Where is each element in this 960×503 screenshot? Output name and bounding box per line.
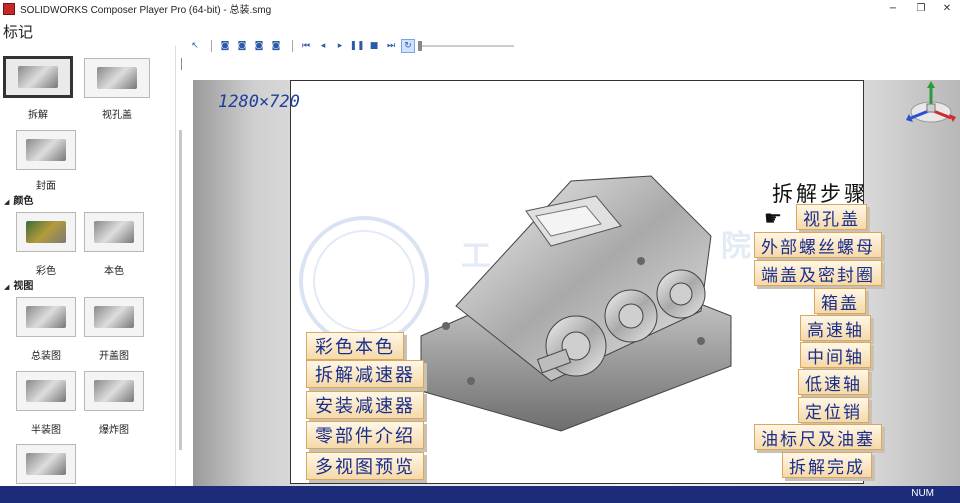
minimize-button[interactable]: −	[878, 0, 908, 17]
pointing-hand-icon: ☛	[764, 206, 782, 230]
step-disassembly-complete[interactable]: 拆解完成	[782, 452, 872, 478]
view-thumb-extra[interactable]	[16, 444, 76, 484]
view-thumb-colored[interactable]	[16, 212, 76, 252]
btn-disassemble-reducer[interactable]: 拆解减速器	[306, 360, 424, 388]
view-thumb-label: 总装图	[31, 351, 61, 362]
step-external-bolts[interactable]: 外部螺丝螺母	[754, 232, 882, 258]
view-thumb-disassemble[interactable]	[3, 56, 73, 98]
orientation-triad-icon[interactable]	[905, 80, 957, 128]
view-thumb-label: 拆解	[28, 110, 48, 121]
university-seal-watermark-inner	[313, 230, 415, 332]
step-high-speed-shaft[interactable]: 高速轴	[800, 315, 871, 341]
camera-icon[interactable]: ◙	[269, 39, 283, 53]
btn-color-natural[interactable]: 彩色本色	[306, 332, 404, 360]
group-label: 颜色	[13, 196, 34, 207]
timeline-slider[interactable]	[418, 45, 514, 47]
loop-icon[interactable]: ↻	[401, 39, 415, 53]
group-color[interactable]: ◢ 颜色	[4, 192, 33, 207]
btn-parts-intro[interactable]: 零部件介绍	[306, 421, 424, 449]
panel-scrollbar[interactable]	[179, 130, 182, 450]
step-end-caps-seals[interactable]: 端盖及密封圈	[754, 260, 882, 286]
play-icon[interactable]: ▸	[333, 39, 347, 53]
toolbar-separator	[292, 40, 293, 52]
num-lock-indicator: NUM	[911, 488, 934, 499]
playback-toolbar: ↖ ◙ ◙ ◙ ◙ ⏮ ◂ ▸ ❚❚ ■ ⏭ ↻	[188, 38, 418, 54]
stop-icon[interactable]: ■	[367, 39, 381, 53]
view-thumb-label: 视孔盖	[102, 110, 132, 121]
view-thumb-label: 爆炸图	[99, 425, 129, 436]
view-thumb-label: 封面	[36, 181, 56, 192]
panel-title: 标记	[3, 23, 34, 41]
pause-icon[interactable]: ❚❚	[349, 39, 364, 53]
view-thumb-exploded[interactable]	[84, 371, 144, 411]
view-thumb-label: 彩色	[36, 266, 56, 277]
step-housing-cover[interactable]: 箱盖	[814, 288, 866, 314]
cursor-icon[interactable]: ↖	[188, 39, 202, 53]
step-low-speed-shaft[interactable]: 低速轴	[798, 369, 869, 395]
step-dowel-pin[interactable]: 定位销	[798, 397, 869, 423]
view-thumb-label: 开盖图	[99, 351, 129, 362]
view-thumb-open-cover[interactable]	[84, 297, 144, 337]
step-dipstick-oil-plug[interactable]: 油标尺及油塞	[754, 424, 882, 450]
toolbar-separator	[211, 40, 212, 52]
camera-icon[interactable]: ◙	[218, 39, 232, 53]
view-thumb-cover[interactable]	[16, 130, 76, 170]
timeline-slider-knob[interactable]	[418, 41, 422, 51]
view-thumb-half-assembly[interactable]	[16, 371, 76, 411]
step-intermediate-shaft[interactable]: 中间轴	[800, 342, 871, 368]
camera-icon[interactable]: ◙	[235, 39, 249, 53]
last-icon[interactable]: ⏭	[384, 39, 398, 53]
group-view[interactable]: ◢ 视图	[4, 277, 33, 292]
view-thumb-assembly[interactable]	[16, 297, 76, 337]
close-button[interactable]: ✕	[932, 0, 960, 17]
window-title: SOLIDWORKS Composer Player Pro (64-bit) …	[20, 5, 272, 16]
view-thumb-label: 半装图	[31, 425, 61, 436]
app-icon	[3, 2, 15, 15]
dimension-note: 1280×720	[218, 92, 300, 112]
group-label: 视图	[13, 281, 34, 292]
btn-multiview-preview[interactable]: 多视图预览	[306, 452, 424, 480]
prev-icon[interactable]: ◂	[316, 39, 330, 53]
camera-icon[interactable]: ◙	[252, 39, 266, 53]
step-inspection-cover[interactable]: 视孔盖	[796, 204, 867, 230]
view-thumb-label: 本色	[104, 266, 124, 277]
divider	[181, 58, 182, 70]
status-bar: NUM	[0, 486, 960, 503]
view-thumb-inspection-cover[interactable]	[84, 58, 150, 98]
btn-assemble-reducer[interactable]: 安装减速器	[306, 391, 424, 419]
first-icon[interactable]: ⏮	[299, 39, 313, 53]
view-thumb-natural[interactable]	[84, 212, 144, 252]
title-bar: SOLIDWORKS Composer Player Pro (64-bit) …	[0, 0, 960, 17]
gearbox-model[interactable]	[401, 166, 741, 436]
